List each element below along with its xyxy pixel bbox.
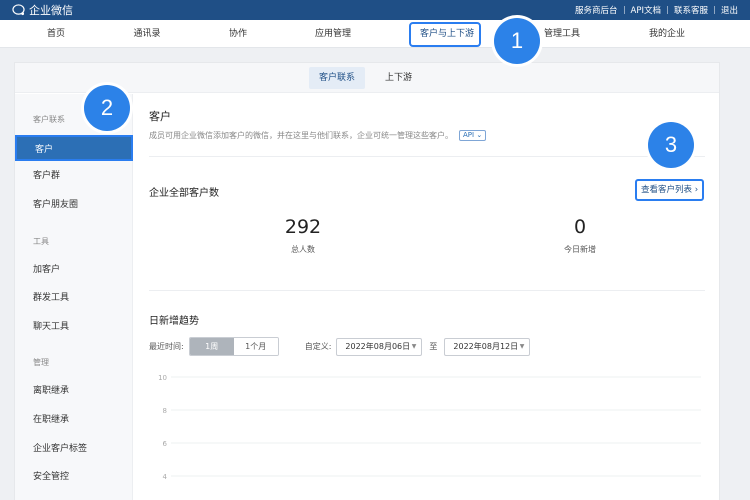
link-contact-support[interactable]: 联系客服: [674, 4, 708, 16]
chevron-right-icon: ›: [694, 185, 699, 195]
sidebar-item-resigned-transfer[interactable]: 离职继承: [15, 378, 133, 404]
brand[interactable]: 企业微信: [12, 2, 73, 18]
top-bar: 企业微信 服务商后台 API文档 联系客服 退出: [0, 0, 750, 20]
api-badge[interactable]: API ⌄: [459, 130, 487, 141]
description-text: 成员可用企业微信添加客户的微信，并在这里与他们联系，企业可统一管理这些客户。: [149, 131, 453, 140]
chart-y-tick-label: 10: [158, 374, 167, 382]
sidebar-item-onjob-transfer[interactable]: 在职继承: [15, 407, 133, 433]
brand-name: 企业微信: [29, 4, 73, 17]
link-api-docs[interactable]: API文档: [631, 4, 661, 16]
start-date-select[interactable]: 2022年08月06日 ▼: [336, 337, 423, 356]
range-1-week[interactable]: 1周: [189, 338, 234, 355]
view-list-label: 查看客户列表: [641, 185, 693, 195]
chart-y-tick-label: 6: [163, 440, 168, 448]
main-nav: 首页 通讯录 协作 应用管理 客户与上下游 管理工具 我的企业: [0, 20, 750, 48]
sidebar-group-tools: 工具: [33, 237, 49, 246]
sidebar-item-add-customer[interactable]: 加客户: [15, 257, 133, 283]
custom-label: 自定义:: [304, 342, 332, 351]
page-title: 客户: [149, 110, 171, 123]
top-links: 服务商后台 API文档 联系客服 退出: [575, 4, 738, 16]
nav-highlight-outline: [409, 22, 481, 47]
sidebar-item-customers[interactable]: 客户: [15, 135, 133, 161]
divider: [666, 6, 668, 14]
nav-collaboration[interactable]: 协作: [229, 20, 247, 48]
tab-upstream-downstream[interactable]: 上下游: [375, 67, 422, 89]
sidebar-item-moments[interactable]: 客户朋友圈: [15, 192, 133, 218]
sidebar-item-broadcast[interactable]: 群发工具: [15, 285, 133, 311]
range-1-month[interactable]: 1个月: [233, 338, 278, 355]
link-logout[interactable]: 退出: [721, 4, 738, 16]
page-description: 成员可用企业微信添加客户的微信，并在这里与他们联系，企业可统一管理这些客户。 A…: [149, 130, 487, 141]
trend-title: 日新增趋势: [149, 316, 199, 327]
step-badge-2: 2: [84, 85, 130, 131]
stat-new-label: 今日新增: [564, 245, 596, 254]
trend-chart: 10 8 6 4: [158, 374, 701, 481]
tab-customer-contact[interactable]: 客户联系: [309, 67, 366, 89]
stat-total: 292 总人数: [243, 216, 363, 255]
stat-total-label: 总人数: [291, 245, 315, 254]
divider: [149, 290, 705, 291]
nav-management-tools[interactable]: 管理工具: [544, 20, 580, 48]
start-date-value: 2022年08月06日: [345, 342, 411, 351]
stat-total-value: 292: [284, 216, 322, 238]
divider: [713, 6, 715, 14]
sidebar-group-management: 管理: [33, 358, 49, 367]
end-date-value: 2022年08月12日: [453, 342, 519, 351]
sidebar-item-customer-groups[interactable]: 客户群: [15, 163, 133, 189]
sidebar-item-chat-tools[interactable]: 聊天工具: [15, 314, 133, 340]
caret-down-icon: ▼: [519, 343, 525, 350]
nav-home[interactable]: 首页: [47, 20, 65, 48]
api-label: API: [463, 131, 475, 139]
chevron-down-icon: ⌄: [476, 131, 483, 139]
divider: [623, 6, 625, 14]
link-provider-admin[interactable]: 服务商后台: [575, 4, 618, 16]
stat-new-today: 0 今日新增: [520, 216, 640, 255]
wecom-logo-icon: [12, 4, 25, 16]
step-badge-3: 3: [648, 122, 694, 168]
sidebar-item-customer-tags[interactable]: 企业客户标签: [15, 436, 133, 462]
sidebar-item-security[interactable]: 安全管控: [15, 464, 133, 490]
range-toggle: 1周 1个月: [188, 337, 279, 356]
main-card: 客户联系 上下游 客户联系 客户 客户群 客户朋友圈 工具 加客户 群发工具 聊…: [14, 62, 720, 500]
step-badge-1: 1: [494, 18, 540, 64]
view-customer-list-link[interactable]: 查看客户列表 ›: [635, 179, 705, 201]
chart-y-tick-label: 8: [163, 407, 167, 415]
section-title-total: 企业全部客户数: [149, 188, 219, 199]
nav-app-management[interactable]: 应用管理: [315, 20, 351, 48]
end-date-select[interactable]: 2022年08月12日 ▼: [444, 337, 531, 356]
to-label: 至: [429, 342, 438, 351]
sidebar-group-customer-contact: 客户联系: [33, 115, 65, 124]
filter-row: 最近时间: 1周 1个月 自定义: 2022年08月06日 ▼ 至 2022年0…: [149, 337, 531, 356]
caret-down-icon: ▼: [411, 343, 417, 350]
sidebar: 客户联系 客户 客户群 客户朋友圈 工具 加客户 群发工具 聊天工具 管理 离职…: [15, 94, 133, 500]
chart-y-tick-label: 4: [163, 473, 168, 481]
nav-my-company[interactable]: 我的企业: [649, 20, 685, 48]
divider: [149, 156, 705, 157]
stat-new-value: 0: [573, 216, 587, 238]
nav-contacts[interactable]: 通讯录: [133, 20, 160, 48]
recent-time-label: 最近时间:: [149, 342, 184, 351]
